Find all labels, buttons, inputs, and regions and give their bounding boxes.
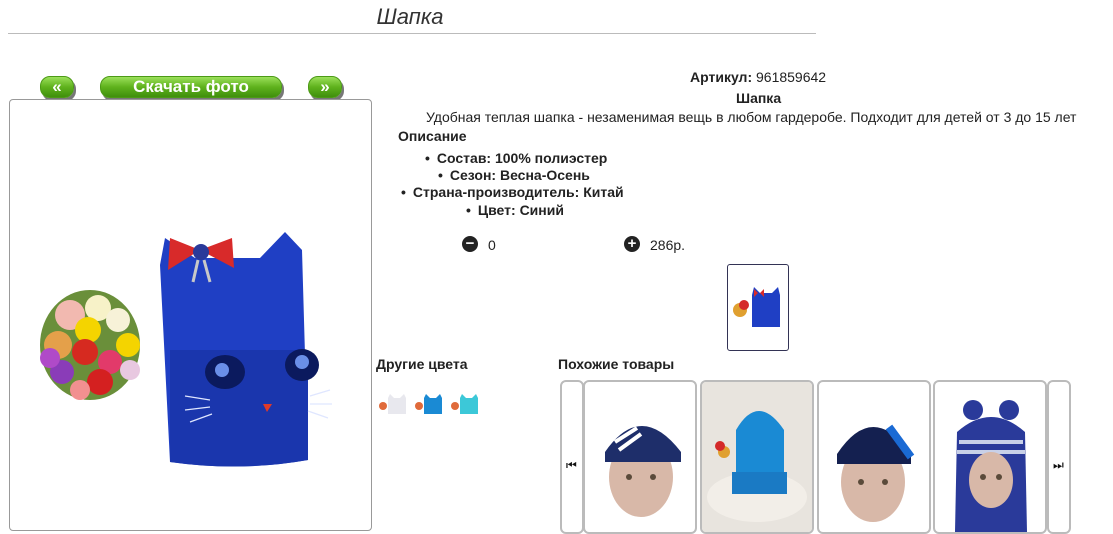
hat-illustration xyxy=(40,232,332,467)
color-option-blue[interactable] xyxy=(414,390,446,418)
minus-circle-icon[interactable]: − xyxy=(462,236,478,252)
spec-season: Сезон: Весна-Осень xyxy=(438,167,590,183)
skip-forward-icon: ⏭ xyxy=(1053,458,1064,472)
product-description: Удобная теплая шапка - незаменимая вещь … xyxy=(426,109,1077,125)
similar-product-card[interactable] xyxy=(933,380,1047,534)
page-title: Шапка xyxy=(376,4,444,29)
title-divider xyxy=(8,33,816,34)
similar-products-heading: Похожие товары xyxy=(558,356,675,372)
similar-product-card[interactable] xyxy=(700,380,814,534)
hat-shape xyxy=(160,232,332,467)
color-option-turquoise[interactable] xyxy=(450,390,482,418)
flower-bouquet xyxy=(40,290,140,400)
other-colors-heading: Другие цвета xyxy=(376,356,468,372)
price: 286р. xyxy=(650,237,686,253)
spec-composition: Состав: 100% полиэстер xyxy=(425,150,607,166)
product-name: Шапка xyxy=(736,90,782,106)
similar-product-card[interactable] xyxy=(817,380,931,534)
spec-country: Страна-производитель: Китай xyxy=(401,184,624,200)
download-photo-button[interactable]: Скачать фото xyxy=(100,76,282,98)
description-heading: Описание xyxy=(398,128,467,144)
carousel-prev-button[interactable]: ⏮ xyxy=(560,380,584,534)
prev-photo-button[interactable]: « xyxy=(40,76,74,98)
skip-back-icon: ⏮ xyxy=(566,458,577,472)
photo-thumbnail[interactable] xyxy=(727,264,789,351)
sku: Артикул: 961859642 xyxy=(690,69,826,85)
sku-label: Артикул: xyxy=(690,69,753,85)
next-photo-button[interactable]: » xyxy=(308,76,342,98)
main-product-photo[interactable] xyxy=(9,99,372,531)
sku-value: 961859642 xyxy=(756,69,827,85)
quantity-value: 0 xyxy=(488,237,496,253)
color-option-white[interactable] xyxy=(378,390,410,418)
similar-product-card[interactable] xyxy=(583,380,697,534)
spec-color: Цвет: Синий xyxy=(466,202,564,218)
carousel-next-button[interactable]: ⏭ xyxy=(1047,380,1071,534)
plus-circle-icon[interactable]: + xyxy=(624,236,640,252)
